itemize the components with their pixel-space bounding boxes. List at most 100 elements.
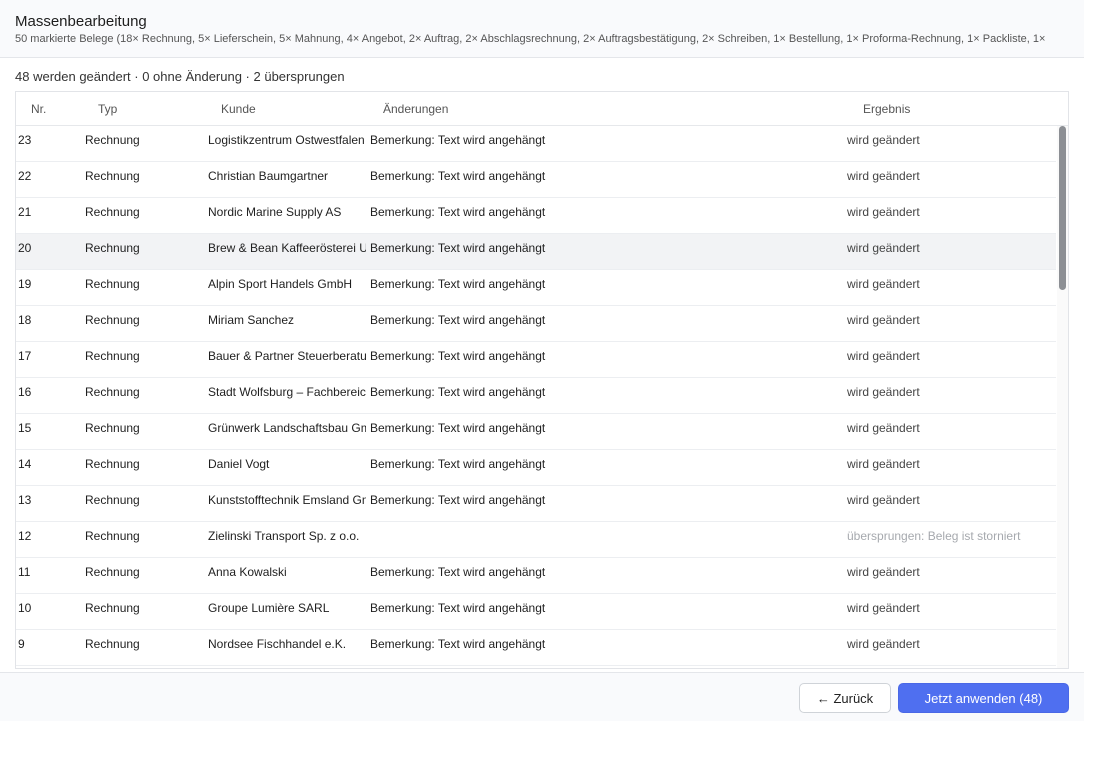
dialog-title: Massenbearbeitung bbox=[15, 13, 147, 30]
cell-kunde: Anna Kowalski bbox=[208, 565, 287, 579]
cell-typ: Rechnung bbox=[85, 529, 140, 543]
cell-nr: 23 bbox=[18, 133, 32, 147]
cell-kunde: Logistikzentrum Ostwestfalen GmbH bbox=[208, 133, 366, 147]
cell-typ: Rechnung bbox=[85, 385, 140, 399]
cell-nr: 10 bbox=[18, 601, 32, 615]
table-row[interactable]: 11 Rechnung Anna Kowalski Bemerkung: Text w… bbox=[16, 558, 1056, 594]
cell-ergebnis: wird geändert bbox=[847, 277, 920, 291]
dialog-header: Massenbearbeitung 50 markierte Belege (1… bbox=[0, 0, 1084, 58]
back-button[interactable]: ← Zurück bbox=[799, 683, 891, 713]
cell-kunde: Brew & Bean Kaffeerösterei UG bbox=[208, 241, 366, 255]
apply-button[interactable]: Jetzt anwenden (48) bbox=[898, 683, 1069, 713]
table-header: Nr. Typ Kunde Änderungen Ergebnis bbox=[16, 92, 1068, 126]
table-row[interactable]: 15 Rechnung Grünwerk Landschaftsbau GmbH Be… bbox=[16, 414, 1056, 450]
cell-nr: 16 bbox=[18, 385, 32, 399]
cell-typ: Rechnung bbox=[85, 277, 140, 291]
cell-nr: 15 bbox=[18, 421, 32, 435]
cell-aenderung bbox=[370, 522, 770, 558]
cell-kunde: Grünwerk Landschaftsbau GmbH bbox=[208, 421, 366, 435]
dialog-subtitle: 50 markierte Belege (18× Rechnung, 5× Li… bbox=[15, 33, 1046, 45]
cell-typ: Rechnung bbox=[85, 313, 140, 327]
cell-typ: Rechnung bbox=[85, 493, 140, 507]
column-header-aenderungen: Änderungen bbox=[383, 102, 449, 116]
table-row[interactable]: 13 Rechnung Kunststofftechnik Emsland GmbH… bbox=[16, 486, 1056, 522]
table-row[interactable]: 18 Rechnung Miriam Sanchez Bemerkung: Text … bbox=[16, 306, 1056, 342]
cell-nr: 19 bbox=[18, 277, 32, 291]
table-body[interactable]: 23 Rechnung Logistikzentrum Ostwestfalen G… bbox=[16, 126, 1056, 668]
cell-nr: 11 bbox=[18, 565, 31, 579]
cell-kunde: Zielinski Transport Sp. z o.o. bbox=[208, 529, 360, 543]
cell-nr: 22 bbox=[18, 169, 32, 183]
cell-kunde: Groupe Lumière SARL bbox=[208, 601, 330, 615]
cell-ergebnis: wird geändert bbox=[847, 493, 920, 507]
table-row[interactable]: 16 Rechnung Stadt Wolfsburg – Fachbereich B… bbox=[16, 378, 1056, 414]
cell-nr: 9 bbox=[18, 637, 25, 651]
cell-kunde: Nordsee Fischhandel e.K. bbox=[208, 637, 347, 651]
table-row[interactable]: 23 Rechnung Logistikzentrum Ostwestfalen G… bbox=[16, 126, 1056, 162]
cell-ergebnis: wird geändert bbox=[847, 421, 920, 435]
cell-nr: 14 bbox=[18, 457, 32, 471]
cell-kunde: Stadt Wolfsburg – Fachbereich bbox=[208, 385, 366, 399]
cell-nr: 12 bbox=[18, 529, 32, 543]
cell-aenderung: Bemerkung: Text wird angehängt bbox=[370, 421, 546, 435]
change-summary: 48 werden geändert · 0 ohne Änderung · 2… bbox=[15, 69, 345, 84]
cell-ergebnis: wird geändert bbox=[847, 385, 920, 399]
column-header-kunde: Kunde bbox=[221, 102, 256, 116]
table-scrollbar[interactable] bbox=[1057, 126, 1068, 668]
cell-ergebnis: wird geändert bbox=[847, 565, 920, 579]
cell-nr: 13 bbox=[18, 493, 32, 507]
table-row[interactable]: 22 Rechnung Christian Baumgartner Bemerkung… bbox=[16, 162, 1056, 198]
cell-kunde: Miriam Sanchez bbox=[208, 313, 295, 327]
cell-ergebnis: wird geändert bbox=[847, 601, 920, 615]
cell-aenderung: Bemerkung: Text wird angehängt bbox=[370, 457, 546, 471]
cell-ergebnis: wird geändert bbox=[847, 313, 920, 327]
dialog-footer: ← Zurück Jetzt anwenden (48) bbox=[0, 672, 1084, 721]
cell-typ: Rechnung bbox=[85, 241, 140, 255]
cell-aenderung: Bemerkung: Text wird angehängt bbox=[370, 313, 546, 327]
cell-typ: Rechnung bbox=[85, 457, 140, 471]
cell-aenderung: Bemerkung: Text wird angehängt bbox=[370, 637, 546, 651]
cell-ergebnis: wird geändert bbox=[847, 457, 920, 471]
cell-kunde: Alpin Sport Handels GmbH bbox=[208, 277, 353, 291]
cell-typ: Rechnung bbox=[85, 421, 140, 435]
cell-ergebnis: übersprungen: Beleg ist storniert bbox=[847, 529, 1021, 543]
cell-nr: 21 bbox=[18, 205, 32, 219]
cell-ergebnis: wird geändert bbox=[847, 133, 920, 147]
scrollbar-thumb[interactable] bbox=[1059, 126, 1066, 290]
cell-kunde: Christian Baumgartner bbox=[208, 169, 329, 183]
column-header-nr: Nr. bbox=[31, 102, 47, 116]
bulk-edit-dialog: Massenbearbeitung 50 markierte Belege (1… bbox=[0, 0, 1084, 721]
table-row[interactable]: 19 Rechnung Alpin Sport Handels GmbH Bemerk… bbox=[16, 270, 1056, 306]
table-row[interactable]: 10 Rechnung Groupe Lumière SARL Bemerkung: … bbox=[16, 594, 1056, 630]
cell-aenderung: Bemerkung: Text wird angehängt bbox=[370, 601, 546, 615]
column-header-typ: Typ bbox=[98, 102, 118, 116]
cell-aenderung: Bemerkung: Text wird angehängt bbox=[370, 565, 546, 579]
cell-ergebnis: wird geändert bbox=[847, 169, 920, 183]
cell-aenderung: Bemerkung: Text wird angehängt bbox=[370, 133, 546, 147]
table-row[interactable]: 14 Rechnung Daniel Vogt Bemerkung: Text wir… bbox=[16, 450, 1056, 486]
table-row[interactable]: 12 Rechnung Zielinski Transport Sp. z o.o.… bbox=[16, 522, 1056, 558]
cell-nr: 18 bbox=[18, 313, 32, 327]
table-row[interactable]: 9 Rechnung Nordsee Fischhandel e.K. Bemerku… bbox=[16, 630, 1056, 666]
cell-nr: 17 bbox=[18, 349, 32, 363]
table-row[interactable]: 21 Rechnung Nordic Marine Supply AS Bemerku… bbox=[16, 198, 1056, 234]
cell-aenderung: Bemerkung: Text wird angehängt bbox=[370, 205, 546, 219]
cell-aenderung: Bemerkung: Text wird angehängt bbox=[370, 385, 546, 399]
table-row[interactable]: 20 Rechnung Brew & Bean Kaffeerösterei UG B… bbox=[16, 234, 1056, 270]
cell-typ: Rechnung bbox=[85, 601, 140, 615]
cell-typ: Rechnung bbox=[85, 565, 140, 579]
cell-kunde: Bauer & Partner Steuerberatung bbox=[208, 349, 366, 363]
cell-ergebnis: wird geändert bbox=[847, 205, 920, 219]
cell-ergebnis: wird geändert bbox=[847, 637, 920, 651]
column-header-ergebnis: Ergebnis bbox=[863, 102, 911, 116]
cell-ergebnis: wird geändert bbox=[847, 349, 920, 363]
cell-typ: Rechnung bbox=[85, 205, 140, 219]
cell-aenderung: Bemerkung: Text wird angehängt bbox=[370, 277, 546, 291]
cell-typ: Rechnung bbox=[85, 133, 140, 147]
cell-aenderung: Bemerkung: Text wird angehängt bbox=[370, 241, 546, 255]
cell-kunde: Daniel Vogt bbox=[208, 457, 270, 471]
cell-aenderung: Bemerkung: Text wird angehängt bbox=[370, 493, 546, 507]
preview-table: Nr. Typ Kunde Änderungen Ergebnis 23 Rech… bbox=[15, 91, 1069, 669]
table-row[interactable]: 17 Rechnung Bauer & Partner Steuerberatung… bbox=[16, 342, 1056, 378]
cell-kunde: Nordic Marine Supply AS bbox=[208, 205, 342, 219]
